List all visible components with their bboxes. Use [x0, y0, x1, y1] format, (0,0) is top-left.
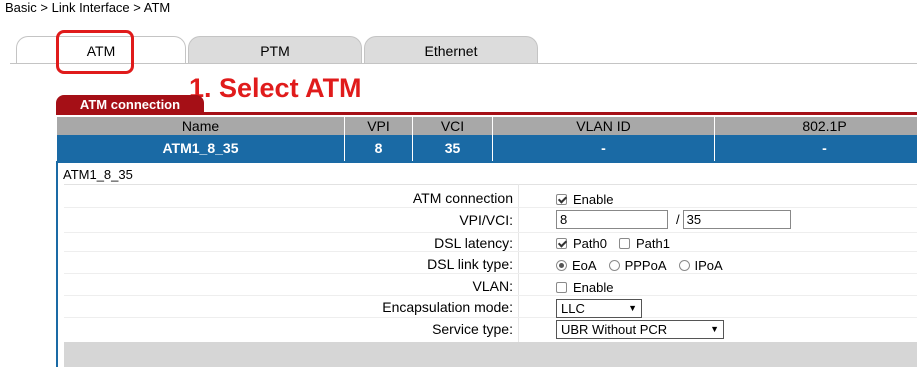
- vpi-vci-control: 8 / 35: [556, 210, 791, 229]
- pppoa-label: PPPoA: [624, 258, 667, 273]
- cell-vci: 35: [413, 135, 493, 161]
- tab-ptm[interactable]: PTM: [188, 36, 362, 64]
- tab-bar-divider: [10, 63, 917, 64]
- row-divider: [64, 273, 917, 274]
- atm-connection-enable-checkbox[interactable]: [556, 193, 567, 205]
- ipoa-label: IPoA: [694, 258, 723, 273]
- row-divider: [64, 295, 917, 296]
- tab-ethernet[interactable]: Ethernet: [364, 36, 538, 64]
- vci-input[interactable]: 35: [682, 210, 791, 229]
- cell-8021p: -: [715, 135, 917, 161]
- vlan-label: VLAN:: [472, 278, 513, 294]
- dsl-link-type-label: DSL link type:: [427, 256, 513, 272]
- column-header-8021p: 802.1P: [715, 117, 917, 135]
- form-footer: [64, 342, 917, 367]
- chevron-down-icon: ▼: [628, 303, 637, 313]
- vpi-input[interactable]: 8: [556, 210, 668, 229]
- dsl-link-type-control: EoA PPPoA IPoA: [556, 258, 735, 273]
- chevron-down-icon: ▼: [710, 324, 719, 334]
- service-type-select[interactable]: UBR Without PCR ▼: [556, 320, 724, 339]
- dsl-latency-control: Path0 Path1: [556, 236, 682, 251]
- path0-label: Path0: [573, 236, 607, 251]
- row-divider: [64, 251, 917, 252]
- pppoa-radio[interactable]: [608, 260, 620, 271]
- row-divider: [64, 317, 917, 318]
- service-type-control: UBR Without PCR ▼: [556, 320, 724, 339]
- cell-vlan-id: -: [493, 135, 715, 161]
- encapsulation-mode-label: Encapsulation mode:: [382, 299, 513, 315]
- encapsulation-mode-value: LLC: [561, 301, 585, 316]
- encapsulation-mode-control: LLC ▼: [556, 299, 642, 318]
- vpi-vci-separator: /: [676, 212, 680, 227]
- column-header-name: Name: [57, 117, 345, 135]
- ipoa-radio[interactable]: [678, 260, 690, 271]
- column-header-vpi: VPI: [345, 117, 413, 135]
- annotation-text: 1. Select ATM: [189, 73, 362, 103]
- vlan-enable-label: Enable: [573, 280, 614, 295]
- eoa-radio[interactable]: [556, 260, 567, 271]
- eoa-label: EoA: [572, 258, 597, 273]
- table-row[interactable]: ATM1_8_35 8 35 - -: [57, 135, 917, 161]
- cell-vpi: 8: [345, 135, 413, 161]
- row-divider: [64, 207, 917, 208]
- encapsulation-mode-select[interactable]: LLC ▼: [556, 299, 642, 318]
- service-type-label: Service type:: [432, 321, 513, 337]
- breadcrumb: Basic > Link Interface > ATM: [5, 0, 171, 15]
- column-header-vci: VCI: [413, 117, 493, 135]
- table-header: Name VPI VCI VLAN ID 802.1P: [57, 117, 917, 135]
- atm-connection-label: ATM connection: [412, 190, 513, 206]
- path0-checkbox[interactable]: [556, 238, 567, 249]
- atm-connection-control: Enable: [556, 190, 613, 208]
- path1-checkbox[interactable]: [618, 238, 630, 249]
- row-divider: [64, 232, 917, 233]
- service-type-value: UBR Without PCR: [561, 322, 668, 337]
- dsl-latency-label: DSL latency:: [434, 235, 513, 251]
- vpi-vci-label: VPI/VCI:: [459, 212, 513, 228]
- vlan-enable-checkbox[interactable]: [556, 282, 567, 293]
- vlan-control: Enable: [556, 280, 613, 295]
- column-header-vlan-id: VLAN ID: [493, 117, 715, 135]
- cell-name: ATM1_8_35: [57, 135, 345, 161]
- path1-label: Path1: [635, 236, 670, 251]
- section-divider: [56, 112, 917, 115]
- atm-connection-enable-label: Enable: [573, 191, 614, 207]
- annotation-highlight-box: [56, 30, 134, 74]
- detail-title: ATM1_8_35: [63, 167, 133, 182]
